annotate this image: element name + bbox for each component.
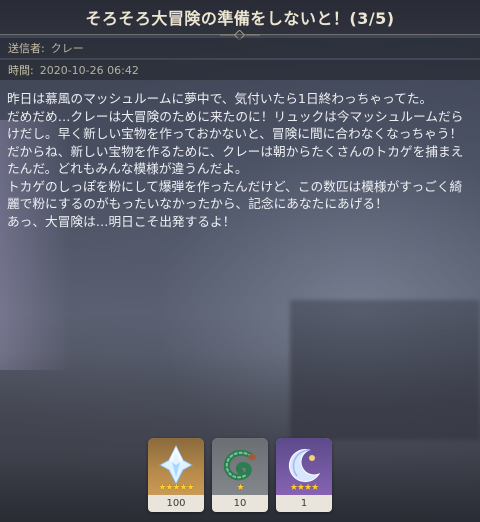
mail-body: 昨日は慕風のマッシュルームに夢中で、気付いたら1日終わっちゃってた。 だめだめ…… xyxy=(7,90,473,230)
attachment-item-lizard-tail[interactable]: ★ 10 xyxy=(212,438,268,512)
time-label: 時間: xyxy=(8,64,34,77)
rarity-stars: ★ xyxy=(236,483,244,493)
item-count: 10 xyxy=(233,498,247,509)
attachment-list: ★★★★★ 100 ★ 10 ★★★★ 1 xyxy=(0,438,480,512)
mail-body-paragraph: 昨日は慕風のマッシュルームに夢中で、気付いたら1日終わっちゃってた。 xyxy=(7,91,433,106)
mail-body-paragraph: トカゲのしっぽを粉にして爆弾を作ったんだけど、この数匹は模様がすっごく綺麗で粉に… xyxy=(7,178,463,212)
attachment-item-primogem[interactable]: ★★★★★ 100 xyxy=(148,438,204,512)
attachment-item-crescent[interactable]: ★★★★ 1 xyxy=(276,438,332,512)
rarity-stars: ★★★★★ xyxy=(158,483,194,493)
mail-body-paragraph: だめだめ…クレーは大冒険のために来たのに！リュックは今マッシュルームだらけだし。… xyxy=(7,108,464,142)
item-count: 100 xyxy=(166,498,186,509)
mail-body-paragraph: だからね、新しい宝物を作るために、クレーは朝からたくさんのトカゲを捕まえたんだ。… xyxy=(7,143,464,177)
primogem-icon xyxy=(158,444,194,489)
lizard-tail-icon xyxy=(221,446,259,488)
time-value: 2020-10-26 06:42 xyxy=(39,63,139,77)
mail-title: そろそろ大冒険の準備をしないと！(3/5) xyxy=(85,9,395,28)
sender-value: クレー xyxy=(50,42,84,55)
time-row: 時間: 2020-10-26 06:42 xyxy=(0,60,480,80)
sender-label: 送信者: xyxy=(8,42,45,55)
rarity-stars: ★★★★ xyxy=(289,483,319,493)
sender-row: 送信者: クレー xyxy=(0,38,480,58)
mail-body-paragraph: あっ、大冒険は…明日こそ出発するよ！ xyxy=(7,213,236,229)
crescent-moon-item-icon xyxy=(285,446,323,488)
item-count: 1 xyxy=(300,498,308,509)
